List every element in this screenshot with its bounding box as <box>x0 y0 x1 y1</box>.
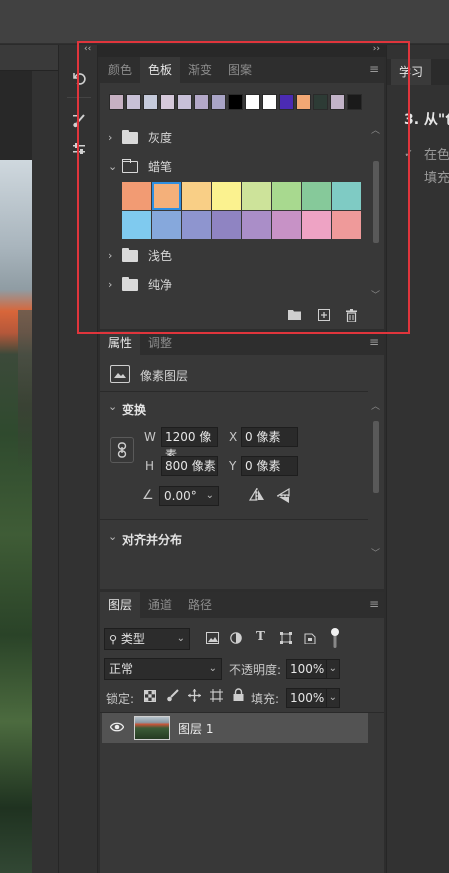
align-distribute-header[interactable]: ⌄ 对齐并分布 <box>100 529 384 549</box>
scroll-thumb[interactable] <box>373 421 379 493</box>
layer-row[interactable]: 图层 1 <box>102 713 368 743</box>
chevron-down-icon: ⌄ <box>328 663 337 674</box>
filter-smart-object-icon[interactable] <box>304 631 316 647</box>
lock-artboard-icon[interactable] <box>210 689 223 705</box>
filter-adjustment-icon[interactable] <box>230 632 242 647</box>
opacity-label: 不透明度: <box>229 663 282 677</box>
panel-menu-icon[interactable]: ≡ <box>369 336 379 348</box>
photoshop-window: ‹‹ ›› 颜色 色板 渐变 图案 ≡ › 灰度 ⌄ 蜡笔 › 浅色 › 纯净 … <box>0 0 449 873</box>
canvas-pasteboard <box>32 71 58 873</box>
chevron-down-icon: ⌄ <box>208 663 217 674</box>
layers-panel: 图层 通道 路径 ≡ ⚲ 类型 ⌄ T 正常 ⌄ 不透明度: 100% ⌄ 锁定… <box>100 592 384 873</box>
learn-instruction-line2: 填充 <box>424 171 449 186</box>
opacity-field[interactable]: 100% <box>286 659 328 679</box>
lock-label: 锁定: <box>106 692 135 706</box>
layer-thumbnail <box>134 716 170 740</box>
blend-mode-label: 正常 <box>109 662 134 676</box>
transform-header[interactable]: ⌄ 变换 <box>100 399 384 419</box>
angle-icon: ∠ <box>142 488 154 503</box>
height-label: H <box>145 459 155 473</box>
tab-properties[interactable]: 属性 <box>100 331 141 355</box>
flip-vertical-icon[interactable] <box>276 487 291 507</box>
chevron-down-icon: ⌄ <box>328 692 337 703</box>
tab-adjustments[interactable]: 调整 <box>140 331 180 355</box>
learn-instruction-line1: 在色 <box>424 148 449 163</box>
filter-type-icon[interactable]: T <box>256 629 265 643</box>
layer-type-label: 像素图层 <box>140 369 189 383</box>
filter-kind-label: 类型 <box>120 632 145 646</box>
scroll-up-icon[interactable]: ︿ <box>371 399 380 412</box>
document-tab-bar <box>0 45 58 71</box>
lock-transparency-icon[interactable] <box>144 690 156 705</box>
rotation-dropdown[interactable]: 0.00° ⌄ <box>159 486 219 506</box>
layer-name: 图层 1 <box>178 722 214 736</box>
tab-channels[interactable]: 通道 <box>140 592 180 618</box>
highlight-annotation-box <box>77 41 410 334</box>
chevron-down-icon: ⌄ <box>205 490 214 501</box>
canvas-photo <box>0 160 32 873</box>
y-label: Y <box>229 459 237 473</box>
tab-layers[interactable]: 图层 <box>100 592 141 618</box>
filter-pixel-icon[interactable] <box>206 632 219 647</box>
link-dimensions-button[interactable] <box>110 437 134 463</box>
layers-tabbar: 图层 通道 路径 ≡ <box>100 592 384 618</box>
search-icon: ⚲ <box>109 633 118 646</box>
tab-paths[interactable]: 路径 <box>180 592 220 618</box>
rotation-value: 0.00° <box>164 489 197 503</box>
blend-mode-dropdown[interactable]: 正常 ⌄ <box>104 658 222 680</box>
properties-tabbar: 属性 调整 ≡ <box>100 331 384 355</box>
transform-title: 变换 <box>122 403 147 417</box>
x-label: X <box>229 430 238 444</box>
options-bar <box>0 0 449 44</box>
chevron-down-icon[interactable]: ⌄ <box>108 400 117 413</box>
opacity-slider-toggle[interactable]: ⌄ <box>326 659 340 679</box>
scroll-down-icon[interactable]: ﹀ <box>371 546 380 559</box>
width-field[interactable]: 1200 像素 <box>161 427 218 462</box>
flip-horizontal-icon[interactable] <box>248 487 265 505</box>
align-distribute-title: 对齐并分布 <box>122 533 183 547</box>
fill-field[interactable]: 100% <box>286 688 328 708</box>
visibility-eye-icon[interactable] <box>109 721 125 736</box>
chain-link-icon <box>117 442 127 458</box>
properties-scrollbar[interactable]: ︿ ﹀ <box>368 399 384 559</box>
filter-toggle-icon[interactable] <box>330 626 340 650</box>
learn-step-title: 3. 从"色 <box>404 112 449 128</box>
filter-shape-icon[interactable] <box>280 632 292 647</box>
document-canvas[interactable] <box>0 45 58 873</box>
chevron-down-icon[interactable]: ⌄ <box>108 530 117 543</box>
fill-slider-toggle[interactable]: ⌄ <box>326 688 340 708</box>
lock-pixels-icon[interactable] <box>166 689 179 705</box>
height-field[interactable]: 800 像素 <box>161 456 218 476</box>
panel-menu-icon[interactable]: ≡ <box>369 598 379 610</box>
layer-filter-dropdown[interactable]: ⚲ 类型 ⌄ <box>104 628 190 650</box>
section-divider <box>100 391 368 392</box>
pixel-layer-icon <box>110 365 130 383</box>
fill-label: 填充: <box>251 692 280 706</box>
y-field[interactable]: 0 像素 <box>241 456 298 476</box>
chevron-down-icon: ⌄ <box>176 633 185 644</box>
section-divider <box>100 519 368 520</box>
layer-type-row: 像素图层 <box>100 363 384 387</box>
lock-position-icon[interactable] <box>188 689 201 705</box>
x-field[interactable]: 0 像素 <box>241 427 298 447</box>
properties-panel: 属性 调整 ≡ 像素图层 ⌄ 变换 W 1200 像素 X 0 像素 H 800… <box>100 331 384 589</box>
width-label: W <box>144 430 156 444</box>
lock-all-icon[interactable] <box>233 688 244 704</box>
